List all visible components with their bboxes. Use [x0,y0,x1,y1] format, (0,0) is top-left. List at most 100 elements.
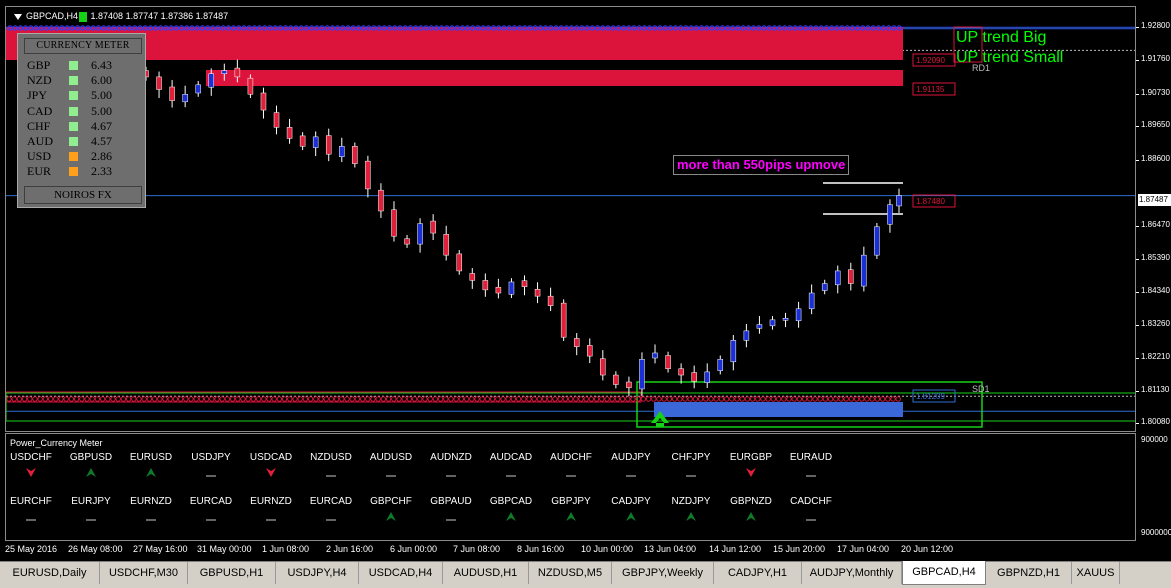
time-axis-label: 20 Jun 12:00 [901,544,954,554]
up-arrow-icon [363,512,419,526]
meter-value: 5.00 [91,88,112,103]
price-tick [1136,358,1139,359]
price-axis-label: 1.82210 [1141,352,1170,361]
pair-label: GBPUSD [69,452,113,463]
pair-signal-eurchf: EURCHF [6,496,59,526]
zone-label-sd1: SD1 [972,384,990,394]
down-arrow-icon [723,468,779,482]
price-tick [1136,423,1139,424]
neutral-dash-icon [183,468,239,482]
candle [782,312,789,328]
pair-label: CADJPY [611,496,651,507]
up-arrow-icon [543,512,599,526]
neutral-dash-icon [783,512,839,526]
price-chart[interactable]: 1.92090 1.91135 1.87480 1.81209 GBPCAD,H4 1… [5,6,1136,432]
candle [404,234,410,248]
candle [508,278,515,299]
tab-gbpnzd-h1[interactable]: GBPNZD,H1 [986,562,1072,584]
price-axis-label: 1.86470 [1141,220,1170,229]
tab-gbpcad-h4[interactable]: GBPCAD,H4 [902,561,986,585]
tab-gbpusd-h1[interactable]: GBPUSD,H1 [188,562,276,584]
candle [312,131,319,157]
resistance-zone-small [206,70,903,86]
zone-label-rd1: RD1 [972,63,991,73]
time-axis-label: 8 Jun 16:00 [517,544,565,554]
time-axis-label: 26 May 08:00 [68,544,123,554]
dropdown-triangle-icon[interactable] [14,13,22,20]
pair-label: USDJPY [191,452,231,463]
pair-signal-eurcad: EURCAD [183,496,239,526]
tab-usdjpy-h4[interactable]: USDJPY,H4 [276,562,359,584]
neutral-dash-icon [423,512,479,526]
time-axis-label: 27 May 16:00 [133,544,188,554]
candle [717,355,724,375]
down-arrow-icon [243,468,299,482]
candle [299,132,306,151]
neutral-dash-icon [423,468,479,482]
up-arrow-icon [663,512,719,526]
pair-label: USDCAD [249,452,293,463]
trade-marker-icon [79,11,88,22]
meter-value: 4.57 [91,134,112,148]
tab-nzdusd-m5[interactable]: NZDUSD,M5 [529,562,612,584]
tab-audjpy-monthly[interactable]: AUDJPY,Monthly [802,562,902,584]
pair-signal-cadchf: CADCHF [783,496,839,526]
time-axis-label: 1 Jun 08:00 [262,544,310,554]
pair-signal-usdcad: USDCAD [243,452,299,482]
candle [339,137,345,163]
price-tick [1136,126,1139,127]
candle [691,365,697,389]
price-tick [1136,325,1139,326]
candle [378,183,384,218]
candle [678,363,684,384]
tab-eurusd-daily[interactable]: EURUSD,Daily [0,562,100,584]
candle [456,250,462,275]
level-tag: 1.87480 [912,194,956,208]
meter-currency: CHF [27,118,51,133]
indicator-title: Power_Currency Meter [10,438,103,448]
currency-meter-panel: CURRENCY METER GBP 6.43 NZD 6.00 JPY 5.00 CAD 5… [17,33,146,208]
pair-signal-usdjpy: USDJPY [183,452,239,482]
indicator-axis-bottom: 9000000 [1141,528,1171,537]
meter-value: 6.00 [91,73,112,88]
candle [821,279,828,295]
tab-audusd-h1[interactable]: AUDUSD,H1 [443,562,529,584]
pair-signal-gbpaud: GBPAUD [423,496,479,526]
price-axis-label: 1.81130 [1141,385,1170,394]
pair-label: EURUSD [129,452,173,463]
pair-label: GBPNZD [730,496,772,507]
price-axis-label: 1.90730 [1141,88,1170,97]
candle [560,299,567,341]
meter-row-nzd: NZD 6.00 [27,73,137,88]
meter-currency: CAD [27,103,53,118]
power-currency-meter-window[interactable]: Power_Currency Meter USDCHF GBPUSD EURUSD U… [5,433,1136,541]
tab-usdchf-m30[interactable]: USDCHF,M30 [100,562,188,584]
meter-strength-square [69,106,78,116]
meter-strength-square [69,76,78,86]
price-axis-label: 1.88600 [1141,154,1170,163]
meter-currency: EUR [27,164,51,179]
tab-usdcad-h4[interactable]: USDCAD,H4 [359,562,443,584]
tab-cadjpy-h1[interactable]: CADJPY,H1 [714,562,802,584]
neutral-dash-icon [183,512,239,526]
price-axis-label: 1.80080 [1141,417,1170,426]
candlestick-chart-svg[interactable]: 1.92090 1.91135 1.87480 1.81209 [6,7,1136,432]
price-axis-label: 1.89650 [1141,120,1170,129]
neutral-dash-icon [63,512,119,526]
meter-currency: GBP [27,58,51,72]
candle [482,273,489,297]
price-tick [1136,60,1139,61]
tab-xauus[interactable]: XAUUS [1072,562,1120,584]
candle [743,323,750,348]
neutral-dash-icon [603,468,659,482]
pair-signal-nzdjpy: NZDJPY [663,496,719,526]
level-tag-text: 1.91135 [916,85,945,94]
tab-gbpjpy-weekly[interactable]: GBPJPY,Weekly [612,562,714,584]
time-axis-label: 7 Jun 08:00 [453,544,501,554]
candle [639,352,645,396]
candle [260,87,267,119]
pair-label: GBPAUD [430,496,472,507]
neutral-dash-icon [363,468,419,482]
price-tick [1136,94,1139,95]
candle [169,80,175,108]
